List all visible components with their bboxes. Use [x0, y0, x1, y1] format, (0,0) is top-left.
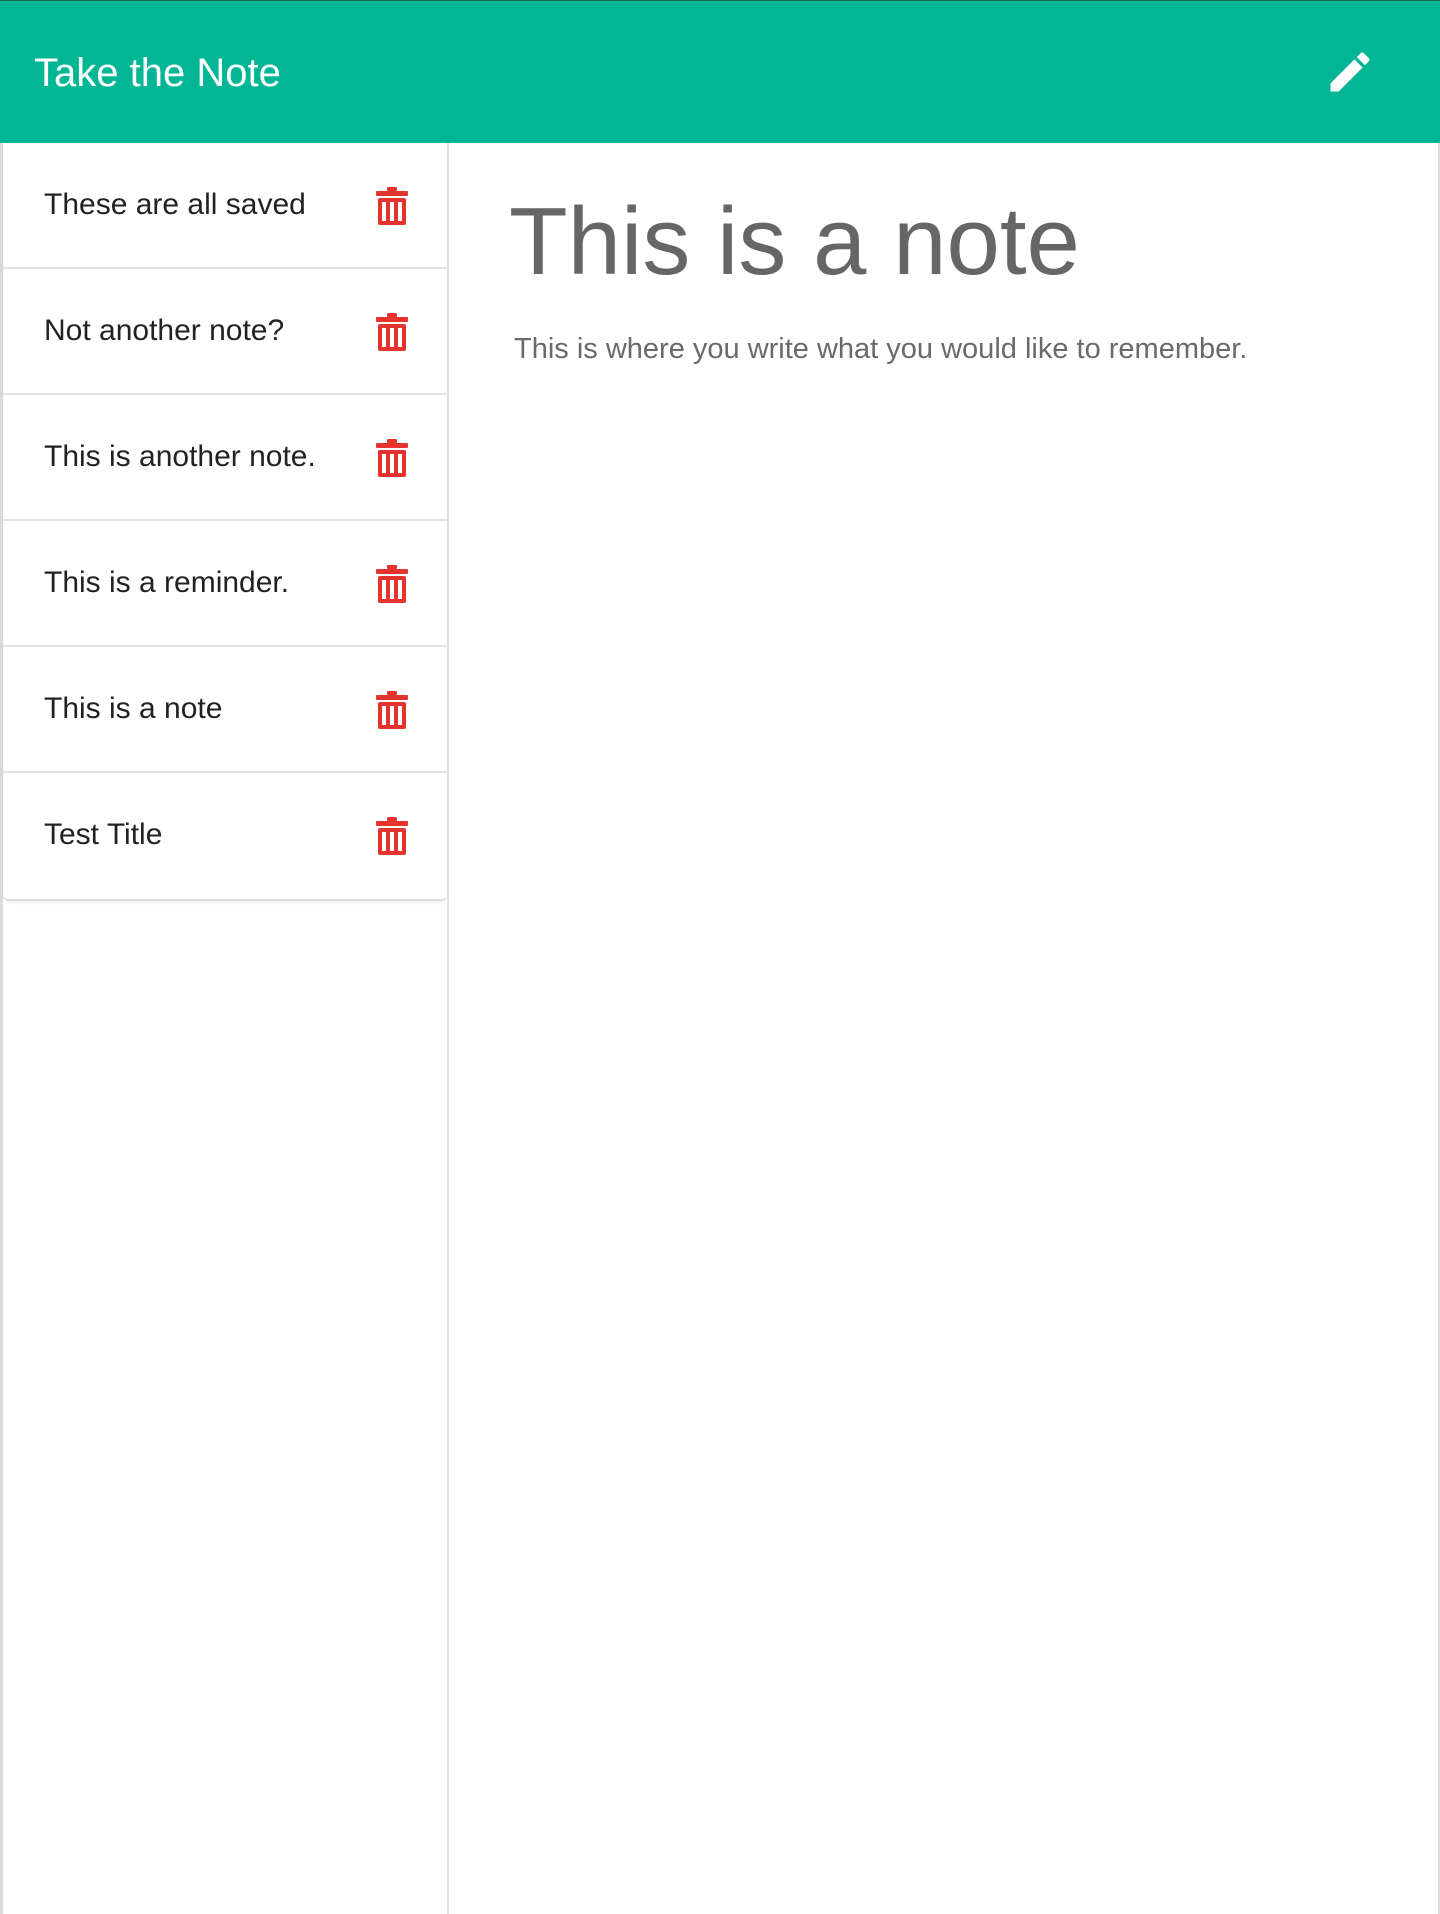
note-list: These are all saved Not another note? Th… — [3, 143, 447, 901]
list-item[interactable]: Test Title — [3, 773, 447, 899]
note-editor: This is where you write what you would l… — [451, 143, 1440, 1914]
note-title[interactable]: This is another note. — [44, 438, 316, 476]
trash-icon — [376, 313, 408, 351]
note-title[interactable]: These are all saved — [44, 186, 306, 224]
note-title[interactable]: Not another note? — [44, 312, 284, 350]
delete-note-button[interactable] — [367, 433, 417, 483]
trash-icon — [376, 817, 408, 855]
delete-note-button[interactable] — [367, 181, 417, 231]
note-body-textarea[interactable]: This is where you write what you would l… — [514, 329, 1394, 1229]
app-title[interactable]: Take the Note — [34, 49, 281, 97]
note-title-input[interactable] — [509, 187, 1389, 297]
list-item[interactable]: This is another note. — [3, 395, 447, 521]
new-note-button[interactable] — [1310, 39, 1390, 105]
pencil-icon — [1330, 52, 1370, 92]
list-item[interactable]: These are all saved — [3, 143, 447, 269]
list-item[interactable]: Not another note? — [3, 269, 447, 395]
delete-note-button[interactable] — [367, 685, 417, 735]
note-title[interactable]: Test Title — [44, 816, 162, 854]
trash-icon — [376, 691, 408, 729]
navbar: Take the Note — [0, 0, 1440, 143]
note-title[interactable]: This is a reminder. — [44, 564, 289, 602]
delete-note-button[interactable] — [367, 559, 417, 609]
trash-icon — [376, 187, 408, 225]
delete-note-button[interactable] — [367, 811, 417, 861]
note-title[interactable]: This is a note — [44, 690, 222, 728]
list-item[interactable]: This is a note — [3, 647, 447, 773]
trash-icon — [376, 439, 408, 477]
list-item[interactable]: This is a reminder. — [3, 521, 447, 647]
delete-note-button[interactable] — [367, 307, 417, 357]
sidebar: These are all saved Not another note? Th… — [0, 143, 449, 1914]
trash-icon — [376, 565, 408, 603]
